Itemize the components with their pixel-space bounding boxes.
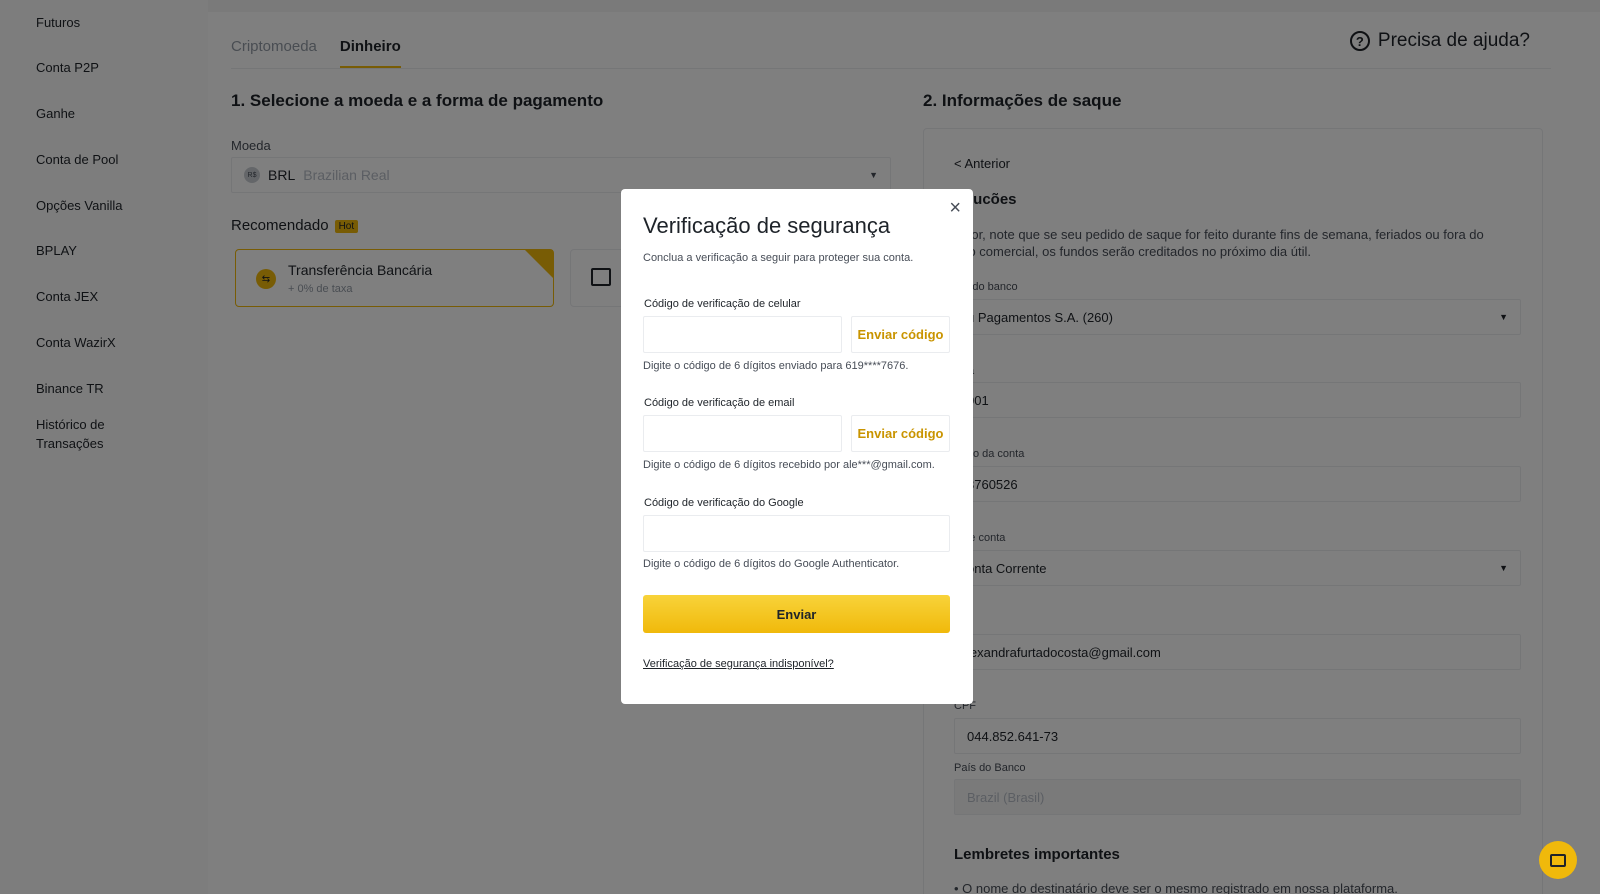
google-code-input[interactable] [643, 515, 950, 552]
security-verification-modal: × Verificação de segurança Conclua a ver… [621, 189, 973, 704]
chat-icon [1550, 853, 1566, 867]
close-icon[interactable]: × [949, 197, 961, 220]
submit-button[interactable]: Enviar [643, 595, 950, 633]
send-phone-code-button[interactable]: Enviar código [851, 316, 950, 353]
phone-code-label: Código de verificação de celular [644, 298, 801, 310]
email-code-input[interactable] [643, 415, 842, 452]
phone-code-input[interactable] [643, 316, 842, 353]
modal-subtitle: Conclua a verificação a seguir para prot… [643, 252, 914, 264]
email-code-hint: Digite o código de 6 dígitos recebido po… [643, 459, 935, 471]
modal-title: Verificação de segurança [643, 213, 891, 238]
security-unavailable-link[interactable]: Verificação de segurança indisponível? [643, 658, 834, 670]
google-code-hint: Digite o código de 6 dígitos do Google A… [643, 558, 900, 570]
chat-button[interactable] [1539, 841, 1577, 879]
phone-code-hint: Digite o código de 6 dígitos enviado par… [643, 360, 909, 372]
send-email-code-button[interactable]: Enviar código [851, 415, 950, 452]
google-code-label: Código de verificação do Google [644, 497, 804, 509]
email-code-label: Código de verificação de email [644, 397, 795, 409]
